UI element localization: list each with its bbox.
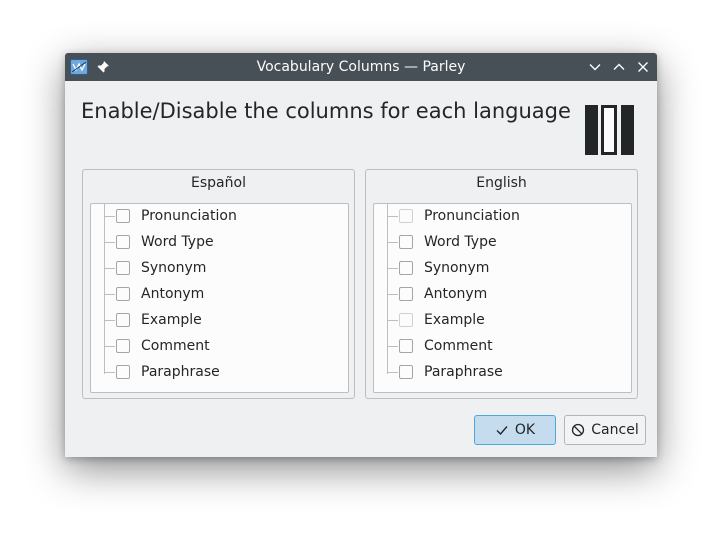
column-list: Pronunciation Word Type Synonym Antonym … bbox=[90, 203, 349, 393]
checkmark-icon bbox=[496, 426, 508, 436]
item-label: Synonym bbox=[424, 260, 490, 276]
list-item[interactable]: Paraphrase bbox=[91, 360, 346, 386]
chevron-up-icon[interactable] bbox=[611, 59, 627, 75]
dialog-window: Vocabulary Columns — Parley Enable/Disab… bbox=[65, 53, 657, 457]
title-bar[interactable]: Vocabulary Columns — Parley bbox=[65, 53, 657, 81]
ok-button-label: OK bbox=[514, 422, 536, 438]
item-label: Pronunciation bbox=[424, 208, 520, 224]
checkbox[interactable] bbox=[399, 313, 413, 327]
list-item[interactable]: Word Type bbox=[91, 230, 346, 256]
checkbox[interactable] bbox=[399, 287, 413, 301]
item-label: Paraphrase bbox=[424, 364, 503, 380]
checkbox[interactable] bbox=[116, 209, 130, 223]
item-label: Paraphrase bbox=[141, 364, 220, 380]
item-label: Antonym bbox=[141, 286, 205, 302]
checkbox[interactable] bbox=[116, 287, 130, 301]
ok-button[interactable]: OK bbox=[474, 415, 556, 445]
list-item[interactable]: Pronunciation bbox=[91, 204, 346, 230]
list-item[interactable]: Word Type bbox=[374, 230, 629, 256]
item-label: Word Type bbox=[141, 234, 214, 250]
column-list: Pronunciation Word Type Synonym Antonym … bbox=[373, 203, 632, 393]
item-label: Example bbox=[424, 312, 485, 328]
checkbox[interactable] bbox=[399, 235, 413, 249]
cancel-button-label: Cancel bbox=[591, 422, 639, 438]
list-item[interactable]: Example bbox=[91, 308, 346, 334]
item-label: Example bbox=[141, 312, 202, 328]
list-item[interactable]: Paraphrase bbox=[374, 360, 629, 386]
group-title: Español bbox=[191, 175, 246, 191]
list-item[interactable]: Comment bbox=[91, 334, 346, 360]
columns-icon bbox=[585, 105, 634, 155]
chevron-down-icon[interactable] bbox=[587, 59, 603, 75]
checkbox[interactable] bbox=[399, 209, 413, 223]
cancel-button[interactable]: Cancel bbox=[564, 415, 646, 445]
item-label: Comment bbox=[141, 338, 210, 354]
group-title: English bbox=[476, 175, 527, 191]
item-label: Comment bbox=[424, 338, 493, 354]
item-label: Word Type bbox=[424, 234, 497, 250]
dialog-heading: Enable/Disable the columns for each lang… bbox=[81, 99, 571, 123]
cancel-icon bbox=[572, 423, 585, 437]
close-icon[interactable] bbox=[635, 59, 651, 75]
language-group-espanol: Español Pronunciation Word Type Synonym … bbox=[82, 169, 355, 399]
checkbox[interactable] bbox=[116, 235, 130, 249]
checkbox[interactable] bbox=[116, 339, 130, 353]
list-item[interactable]: Antonym bbox=[374, 282, 629, 308]
list-item[interactable]: Antonym bbox=[91, 282, 346, 308]
checkbox[interactable] bbox=[399, 339, 413, 353]
list-item[interactable]: Pronunciation bbox=[374, 204, 629, 230]
checkbox[interactable] bbox=[116, 313, 130, 327]
checkbox[interactable] bbox=[116, 365, 130, 379]
language-group-english: English Pronunciation Word Type Synonym … bbox=[365, 169, 638, 399]
item-label: Synonym bbox=[141, 260, 207, 276]
window-title: Vocabulary Columns — Parley bbox=[256, 59, 466, 75]
checkbox[interactable] bbox=[116, 261, 130, 275]
checkbox[interactable] bbox=[399, 365, 413, 379]
item-label: Antonym bbox=[424, 286, 488, 302]
item-label: Pronunciation bbox=[141, 208, 237, 224]
list-item[interactable]: Comment bbox=[374, 334, 629, 360]
checkbox[interactable] bbox=[399, 261, 413, 275]
list-item[interactable]: Synonym bbox=[91, 256, 346, 282]
list-item[interactable]: Synonym bbox=[374, 256, 629, 282]
list-item[interactable]: Example bbox=[374, 308, 629, 334]
